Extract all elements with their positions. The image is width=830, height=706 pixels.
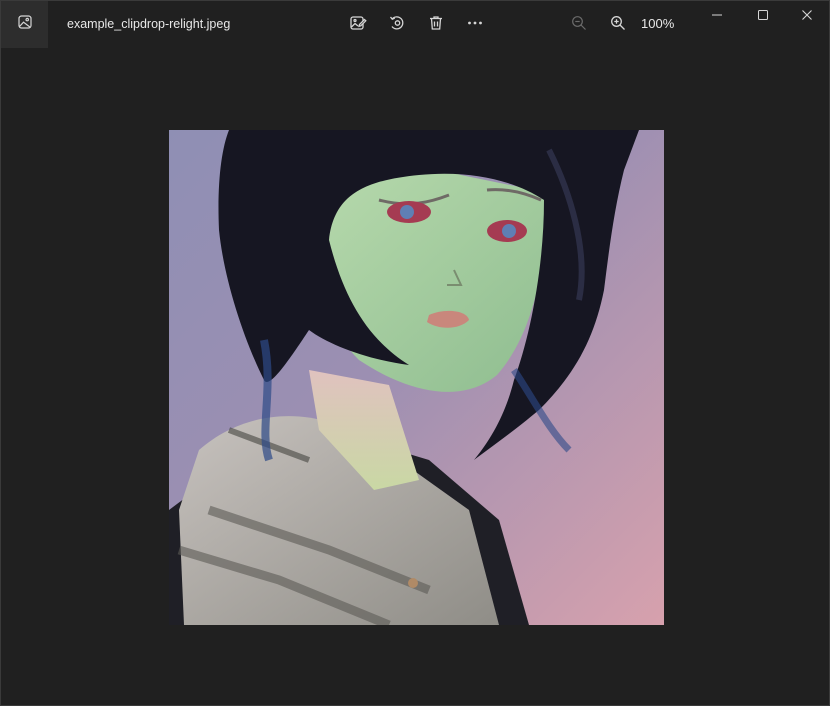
- close-button[interactable]: [789, 5, 825, 29]
- rotate-icon: [388, 14, 406, 37]
- close-icon: [801, 8, 813, 26]
- file-name: example_clipdrop-relight.jpeg: [67, 17, 231, 31]
- rotate-button[interactable]: [385, 13, 409, 37]
- delete-button[interactable]: [424, 13, 448, 37]
- edit-image-icon: [349, 14, 367, 37]
- zoom-out-button[interactable]: [567, 13, 591, 37]
- minimize-icon: [711, 8, 723, 26]
- maximize-button[interactable]: [745, 5, 781, 29]
- displayed-photo[interactable]: [169, 130, 664, 625]
- zoom-in-icon: [610, 15, 626, 36]
- edit-image-button[interactable]: [346, 13, 370, 37]
- title-bar: example_clipdrop-relight.jpeg 100%: [1, 1, 829, 49]
- photos-app-icon: [17, 14, 33, 35]
- zoom-level[interactable]: 100%: [641, 16, 674, 31]
- photos-window: example_clipdrop-relight.jpeg 100%: [0, 0, 830, 706]
- more-options-icon: [466, 14, 484, 37]
- zoom-out-icon: [571, 15, 587, 36]
- zoom-in-button[interactable]: [606, 13, 630, 37]
- image-viewer[interactable]: [1, 49, 829, 705]
- minimize-button[interactable]: [699, 5, 735, 29]
- more-options-button[interactable]: [463, 13, 487, 37]
- maximize-icon: [757, 8, 769, 26]
- app-icon-button[interactable]: [1, 1, 48, 48]
- delete-icon: [427, 14, 445, 37]
